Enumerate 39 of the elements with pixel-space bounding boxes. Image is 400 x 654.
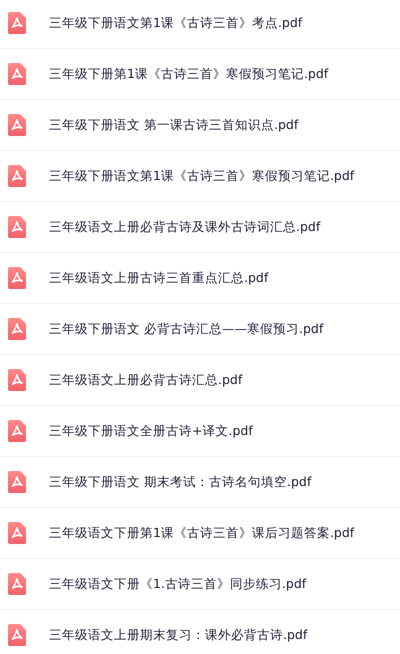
file-item[interactable]: 三年级下册语文 期末考试：古诗名句填空.pdf (0, 457, 400, 508)
file-name: 三年级语文上册期末复习：课外必背古诗.pdf (49, 626, 308, 644)
file-item[interactable]: 三年级语文上册必背古诗汇总.pdf (0, 355, 400, 406)
pdf-file-icon (8, 63, 26, 85)
pdf-file-icon (8, 624, 26, 646)
file-item[interactable]: 三年级下册语文 必背古诗汇总——寒假预习.pdf (0, 304, 400, 355)
pdf-file-icon (8, 471, 26, 493)
file-item[interactable]: 三年级下册语文全册古诗+译文.pdf (0, 406, 400, 457)
file-name: 三年级语文上册必背古诗汇总.pdf (49, 372, 242, 388)
file-name: 三年级下册语文第1课《古诗三首》寒假预习笔记.pdf (49, 168, 354, 184)
pdf-file-icon (8, 165, 26, 187)
file-item[interactable]: 三年级下册语文第1课《古诗三首》考点.pdf (0, 0, 400, 49)
pdf-file-icon (8, 12, 26, 34)
file-name: 三年级语文上册必背古诗及课外古诗词汇总.pdf (49, 218, 320, 236)
file-name: 三年级下册语文全册古诗+译文.pdf (49, 422, 253, 440)
file-item[interactable]: 三年级语文上册期末复习：课外必背古诗.pdf (0, 610, 400, 654)
file-name: 三年级下册语文 第一课古诗三首知识点.pdf (49, 116, 298, 134)
file-name: 三年级下册语文第1课《古诗三首》考点.pdf (49, 14, 302, 32)
file-item[interactable]: 三年级语文下册第1课《古诗三首》课后习题答案.pdf (0, 508, 400, 559)
file-name: 三年级下册语文 必背古诗汇总——寒假预习.pdf (49, 320, 324, 338)
pdf-file-icon (8, 114, 26, 136)
file-item[interactable]: 三年级下册语文 第一课古诗三首知识点.pdf (0, 100, 400, 151)
file-item[interactable]: 三年级下册第1课《古诗三首》寒假预习笔记.pdf (0, 49, 400, 100)
file-name: 三年级语文上册古诗三首重点汇总.pdf (49, 270, 268, 286)
pdf-file-icon (8, 573, 26, 595)
pdf-file-icon (8, 420, 26, 442)
file-name: 三年级语文下册第1课《古诗三首》课后习题答案.pdf (49, 524, 354, 542)
file-name: 三年级语文下册《1.古诗三首》同步练习.pdf (49, 576, 306, 592)
pdf-file-icon (8, 267, 26, 289)
file-item[interactable]: 三年级语文上册必背古诗及课外古诗词汇总.pdf (0, 202, 400, 253)
file-item[interactable]: 三年级下册语文第1课《古诗三首》寒假预习笔记.pdf (0, 151, 400, 202)
file-item[interactable]: 三年级语文上册古诗三首重点汇总.pdf (0, 253, 400, 304)
file-name: 三年级下册第1课《古诗三首》寒假预习笔记.pdf (49, 66, 328, 82)
file-name: 三年级下册语文 期末考试：古诗名句填空.pdf (49, 474, 312, 490)
pdf-file-icon (8, 216, 26, 238)
pdf-file-icon (8, 369, 26, 391)
pdf-file-icon (8, 522, 26, 544)
file-item[interactable]: 三年级语文下册《1.古诗三首》同步练习.pdf (0, 559, 400, 610)
pdf-file-icon (8, 318, 26, 340)
